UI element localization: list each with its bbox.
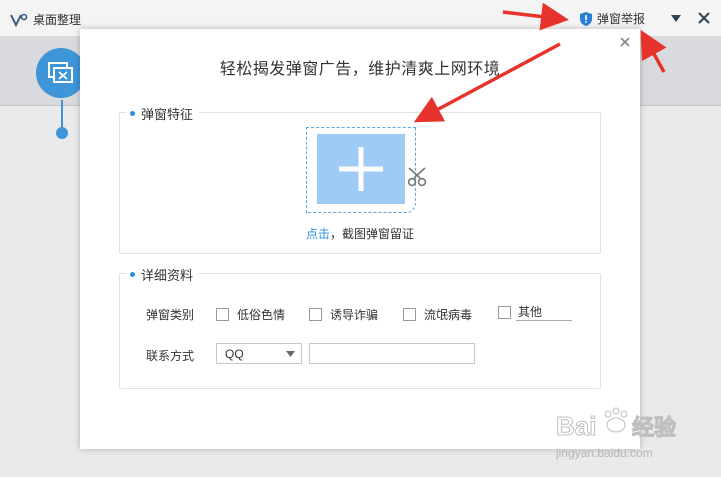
other-category-input[interactable] [516, 302, 572, 321]
close-icon [698, 12, 710, 24]
chevron-down-icon [286, 350, 295, 357]
checkbox[interactable] [403, 308, 416, 321]
app-title-text: 桌面整理 [33, 13, 82, 27]
contact-label: 联系方式 [146, 349, 195, 363]
popup-report-dialog: 轻松揭发弹窗广告，维护清爽上网环境 弹窗特征 点击，截图弹窗留证 详细资料 弹窗… [80, 29, 640, 449]
checkbox-label: 诱导诈骗 [330, 308, 379, 322]
popup-features-section: 弹窗特征 点击，截图弹窗留证 [119, 104, 601, 254]
plus-icon [339, 147, 383, 191]
contact-type-value: QQ [225, 346, 244, 361]
capture-link[interactable]: 点击 [306, 227, 330, 241]
app-title: 桌面整理 [10, 11, 81, 28]
category-option-fraud[interactable]: 诱导诈骗 [309, 306, 378, 323]
category-label: 弹窗类别 [146, 308, 195, 322]
menu-dropdown-button[interactable] [668, 10, 684, 26]
scissors-icon[interactable] [406, 164, 428, 188]
checkbox[interactable] [498, 306, 511, 319]
capture-hint: 点击，截图弹窗留证 [120, 225, 600, 242]
desktop-tidy-step-icon [36, 48, 86, 98]
category-option-other[interactable] [498, 306, 511, 319]
dialog-headline: 轻松揭发弹窗广告，维护清爽上网环境 [219, 61, 501, 78]
shield-icon [580, 11, 592, 26]
checkbox[interactable] [309, 308, 322, 321]
window-close-button[interactable] [696, 10, 712, 26]
contact-input[interactable] [309, 343, 475, 364]
checkbox-label: 低俗色情 [237, 308, 286, 322]
dialog-close-button[interactable] [618, 35, 632, 49]
section-legend-text: 详细资料 [141, 268, 194, 283]
report-popup-label: 弹窗举报 [597, 12, 646, 26]
add-screenshot-button[interactable] [317, 134, 405, 204]
bullet-icon [130, 111, 135, 116]
close-icon [620, 37, 630, 47]
checkbox-label: 流氓病毒 [424, 308, 473, 322]
screenshot-capture-area[interactable] [306, 127, 416, 213]
app-logo-icon [10, 13, 28, 27]
checkbox[interactable] [216, 308, 229, 321]
report-popup-button[interactable]: 弹窗举报 [579, 10, 645, 27]
section-legend: 详细资料 [126, 265, 200, 284]
category-option-malware[interactable]: 流氓病毒 [403, 306, 472, 323]
capture-hint-text: ，截图弹窗留证 [330, 227, 415, 241]
step-dot [56, 127, 68, 139]
step-connector [61, 100, 63, 130]
category-option-vulgar[interactable]: 低俗色情 [216, 306, 285, 323]
section-legend: 弹窗特征 [126, 104, 200, 123]
windows-icon [48, 62, 73, 83]
section-legend-text: 弹窗特征 [141, 107, 194, 122]
contact-type-select[interactable]: QQ [216, 343, 302, 364]
bullet-icon [130, 272, 135, 277]
triangle-down-icon [671, 14, 681, 22]
details-section: 详细资料 弹窗类别 低俗色情 诱导诈骗 流氓病毒 联系方式 QQ [119, 265, 601, 389]
